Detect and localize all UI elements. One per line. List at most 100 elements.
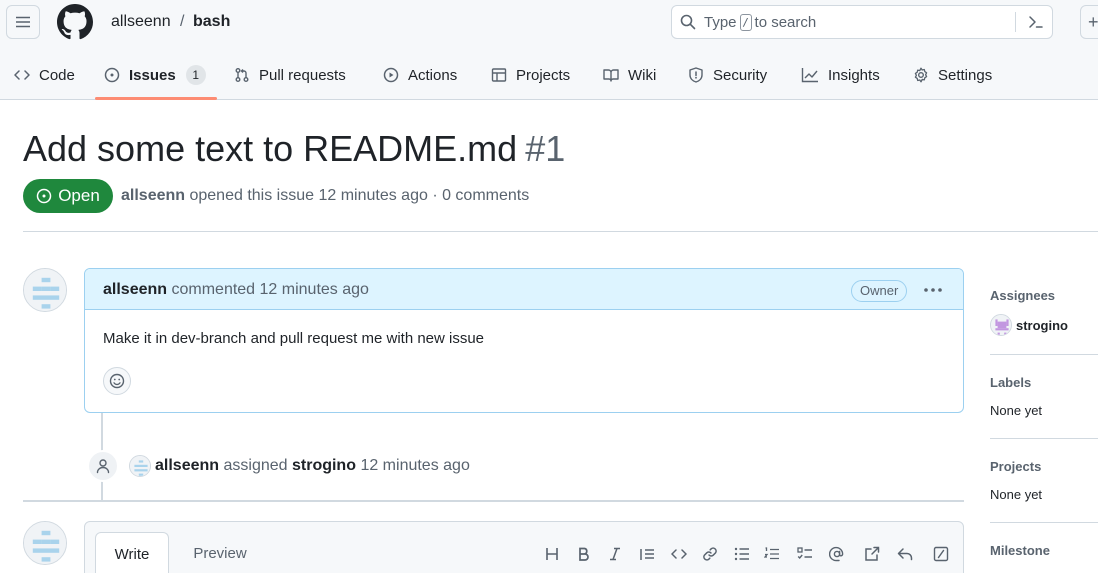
issue-meta-text: opened this issue 12 minutes ago · 0 com… (189, 187, 530, 204)
book-icon (603, 67, 619, 83)
comment-header: allseenn commented 12 minutes ago Owner (85, 269, 963, 310)
search-input[interactable]: Type / to search (671, 5, 1053, 39)
issue-state-label: Open (58, 186, 100, 205)
heading-icon[interactable] (541, 543, 563, 565)
ordered-list-icon[interactable] (761, 543, 783, 565)
timeline-divider (23, 500, 964, 502)
issue-title: Add some text to README.md #1 (23, 127, 565, 171)
tab-settings[interactable]: Settings (913, 50, 992, 100)
git-pull-request-icon (234, 67, 250, 83)
create-new-button[interactable]: + (1080, 5, 1098, 39)
mention-icon[interactable] (826, 543, 848, 565)
graph-icon (801, 67, 819, 83)
tab-preview[interactable]: Preview (181, 532, 259, 573)
event-actor-link[interactable]: allseenn (155, 457, 219, 474)
table-icon (491, 67, 507, 83)
kebab-horizontal-icon (924, 288, 942, 292)
tab-wiki[interactable]: Wiki (603, 50, 656, 100)
comment-action-text: commented 12 minutes ago (171, 281, 369, 298)
tab-label: Wiki (628, 66, 657, 84)
tab-label: Actions (408, 66, 458, 84)
tab-actions[interactable]: Actions (383, 50, 457, 100)
search-placeholder-prefix: Type (704, 13, 737, 31)
breadcrumb-owner[interactable]: allseenn (111, 12, 171, 32)
command-palette-icon[interactable] (1028, 14, 1044, 30)
tab-label: Security (713, 66, 768, 84)
link-icon[interactable] (699, 543, 721, 565)
task-list-icon[interactable] (794, 543, 816, 565)
comment-author-link[interactable]: allseenn (103, 281, 167, 298)
tab-write[interactable]: Write (95, 532, 169, 573)
search-divider (1015, 12, 1016, 32)
cross-reference-icon[interactable] (861, 543, 883, 565)
avatar[interactable] (129, 455, 151, 477)
search-icon (680, 14, 696, 30)
breadcrumb-repo[interactable]: bash (193, 12, 230, 32)
tab-pull-requests[interactable]: Pull requests (234, 50, 346, 100)
event-time: 12 minutes ago (360, 457, 470, 474)
event-verb: assigned (223, 457, 288, 474)
milestone-heading[interactable]: Milestone (990, 543, 1050, 559)
repo-nav: Code Issues 1 Pull requests Actions Proj… (0, 50, 1098, 100)
labels-value: None yet (990, 403, 1043, 418)
issues-counter: 1 (185, 65, 206, 85)
tab-label: Projects (516, 66, 571, 84)
assignee-name: strogino (1016, 317, 1068, 333)
code-icon[interactable] (668, 543, 690, 565)
tab-label: Settings (938, 66, 993, 84)
issue-number: #1 (525, 128, 566, 169)
italic-icon[interactable] (604, 543, 626, 565)
tab-code[interactable]: Code (14, 50, 75, 100)
issue-author-link[interactable]: allseenn (121, 187, 185, 204)
add-reaction-button[interactable] (103, 367, 131, 395)
smiley-icon (109, 373, 125, 389)
assigned-event: allseenn assigned strogino 12 minutes ag… (155, 456, 470, 476)
bold-icon[interactable] (573, 543, 595, 565)
search-placeholder-suffix: to search (754, 13, 817, 31)
active-tab-indicator (95, 97, 217, 100)
event-target-link[interactable]: strogino (292, 457, 356, 474)
quote-icon[interactable] (636, 543, 658, 565)
assignee-item[interactable]: strogino (990, 314, 1068, 336)
tab-insights[interactable]: Insights (801, 50, 880, 100)
new-comment-form: Write Preview (84, 521, 964, 573)
comment-body: Make it in dev-branch and pull request m… (103, 330, 485, 347)
search-shortcut-key: / (739, 13, 752, 31)
issue-opened-icon (36, 188, 52, 204)
slash-command-icon[interactable] (930, 543, 952, 565)
issue-state-badge: Open (23, 179, 113, 213)
issue-opened-icon (104, 67, 120, 83)
tab-security[interactable]: Security (688, 50, 767, 100)
avatar[interactable] (23, 268, 67, 312)
sidebar-divider (990, 438, 1098, 439)
shield-icon (688, 67, 704, 83)
menu-button[interactable] (6, 5, 40, 39)
play-icon (383, 67, 399, 83)
comment-options-button[interactable] (921, 281, 945, 299)
labels-heading[interactable]: Labels (990, 375, 1031, 391)
avatar[interactable] (23, 521, 67, 565)
person-icon (87, 450, 119, 482)
avatar (990, 314, 1012, 336)
assignees-heading[interactable]: Assignees (990, 288, 1055, 304)
projects-value: None yet (990, 487, 1043, 502)
code-icon (14, 67, 30, 83)
issue-title-text: Add some text to README.md (23, 128, 518, 169)
owner-badge: Owner (851, 280, 908, 302)
gear-icon (913, 67, 929, 83)
issue-comment: allseenn commented 12 minutes ago Owner … (84, 268, 964, 413)
issue-meta: allseenn opened this issue 12 minutes ag… (121, 186, 529, 206)
github-logo-icon[interactable] (57, 4, 93, 40)
tab-label: Issues (129, 66, 176, 84)
tab-label: Insights (828, 66, 880, 84)
plus-icon: + (1088, 12, 1098, 32)
projects-heading[interactable]: Projects (990, 459, 1041, 475)
tab-projects[interactable]: Projects (491, 50, 570, 100)
breadcrumb-separator: / (180, 13, 185, 30)
tab-label: Code (39, 66, 75, 84)
tab-label: Pull requests (259, 66, 346, 84)
tab-issues[interactable]: Issues 1 (104, 50, 206, 100)
reply-icon[interactable] (894, 543, 916, 565)
sidebar-divider (990, 522, 1098, 523)
unordered-list-icon[interactable] (731, 543, 753, 565)
